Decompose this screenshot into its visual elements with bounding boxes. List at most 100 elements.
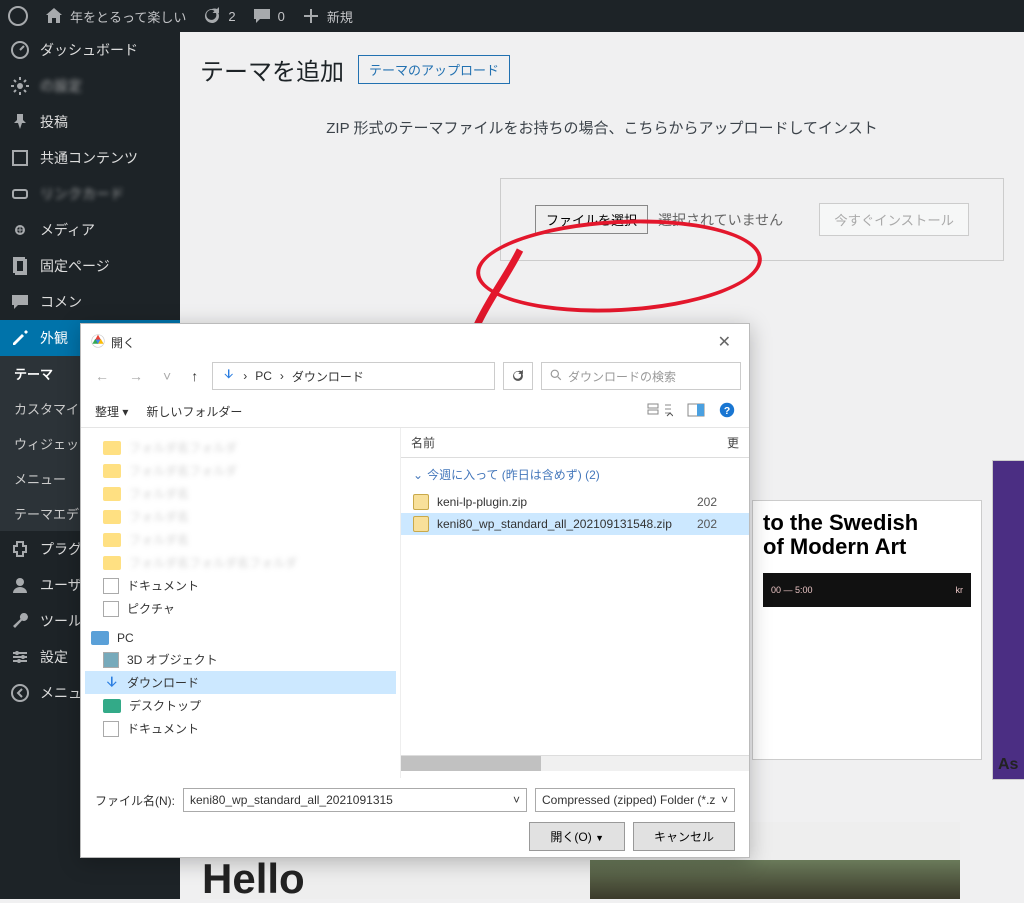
sidebar-item-label: ツール [40, 611, 82, 631]
file-open-dialog: 開く ✕ ← → ˅ ↑ › PC › ダウンロード ダウンロードの検索 整理 … [80, 323, 750, 858]
tree-label: デスクトップ [129, 697, 201, 714]
path-downloads[interactable]: ダウンロード [292, 368, 364, 385]
cancel-button[interactable]: キャンセル [633, 822, 735, 851]
sidebar-item-pages[interactable]: 固定ページ [0, 248, 180, 284]
path-pc[interactable]: PC [255, 369, 272, 383]
file-name: keni-lp-plugin.zip [437, 495, 689, 509]
sidebar-item-posts[interactable]: 投稿 [0, 104, 180, 140]
wp-logo[interactable] [8, 6, 28, 26]
sidebar-item-label: プラグ [40, 539, 82, 559]
download-icon [103, 675, 119, 691]
new-label: 新規 [327, 7, 353, 26]
column-name[interactable]: 名前 [411, 434, 727, 451]
view-options[interactable] [647, 403, 673, 420]
sidebar-item-common-content[interactable]: 共通コンテンツ [0, 140, 180, 176]
open-button[interactable]: 開く(O) ▼ [529, 822, 625, 851]
download-icon [221, 368, 235, 385]
folder-tree: フォルダ名フォルダ フォルダ名フォルダ フォルダ名 フォルダ名 フォルダ名 フォ… [81, 428, 401, 778]
tree-pictures[interactable]: ピクチャ [85, 597, 396, 620]
sidebar-item-label: 固定ページ [40, 256, 110, 276]
close-button[interactable]: ✕ [710, 330, 739, 354]
site-title: 年をとるって楽しい [70, 7, 186, 26]
new-content[interactable]: 新規 [301, 6, 353, 26]
dialog-footer: ファイル名(N): keni80_wp_standard_all_2021091… [81, 778, 749, 861]
new-folder-button[interactable]: 新しいフォルダー [146, 403, 242, 420]
site-link[interactable]: 年をとるって楽しい [44, 6, 186, 26]
zip-icon [413, 516, 429, 532]
updates[interactable]: 2 [202, 6, 235, 26]
tree-folder[interactable]: フォルダ名 [85, 482, 396, 505]
file-date: 202 [697, 517, 737, 531]
tree-label: フォルダ名 [129, 485, 189, 502]
tree-3d-objects[interactable]: 3D オブジェクト [85, 648, 396, 671]
column-date[interactable]: 更 [727, 434, 739, 451]
tree-folder[interactable]: フォルダ名フォルダ名フォルダ [85, 551, 396, 574]
sidebar-item-label: 設定 [40, 647, 68, 667]
organize-menu[interactable]: 整理 ▾ [95, 403, 128, 420]
nav-back[interactable]: ← [89, 366, 115, 386]
link-icon [10, 184, 30, 204]
horizontal-scrollbar[interactable] [401, 755, 749, 771]
nav-recent[interactable]: ˅ [157, 366, 177, 386]
tree-label: ピクチャ [127, 600, 175, 617]
theme-label-as: As [998, 756, 1018, 774]
file-row[interactable]: keni80_wp_standard_all_202109131548.zip … [401, 513, 749, 535]
tree-documents-pc[interactable]: ドキュメント [85, 717, 396, 740]
desktop-icon [103, 699, 121, 713]
help-button[interactable]: ? [719, 402, 735, 421]
tree-label: フォルダ名 [129, 508, 189, 525]
upload-theme-tab[interactable]: テーマのアップロード [358, 55, 510, 84]
sidebar-item-dashboard[interactable]: ダッシュボード [0, 32, 180, 68]
dialog-nav-row: ← → ˅ ↑ › PC › ダウンロード ダウンロードの検索 [81, 360, 749, 396]
tree-label: フォルダ名フォルダ [129, 462, 237, 479]
sidebar-item-linkcard[interactable]: リンクカード [0, 176, 180, 212]
tree-folder[interactable]: フォルダ名 [85, 505, 396, 528]
tree-documents[interactable]: ドキュメント [85, 574, 396, 597]
chrome-icon [91, 334, 105, 351]
collapse-icon [10, 683, 30, 703]
tree-label: 3D オブジェクト [127, 651, 218, 668]
theme-preview-hello: Hello [202, 855, 305, 903]
comments[interactable]: 0 [252, 6, 285, 26]
dashboard-icon [10, 40, 30, 60]
tree-downloads[interactable]: ダウンロード [85, 671, 396, 694]
install-now-button[interactable]: 今すぐインストール [819, 203, 969, 236]
plugin-icon [10, 539, 30, 559]
file-group-header[interactable]: ⌄今週に入って (昨日は含めず) (2) [401, 458, 749, 491]
folder-icon [103, 510, 121, 524]
tree-folder[interactable]: フォルダ名フォルダ [85, 436, 396, 459]
sidebar-item-settings-plugin[interactable]: の設定 [0, 68, 180, 104]
folder-icon [103, 464, 121, 478]
file-row[interactable]: keni-lp-plugin.zip 202 [401, 491, 749, 513]
refresh-button[interactable] [503, 362, 533, 390]
updates-count: 2 [228, 9, 235, 24]
plus-icon [301, 6, 321, 26]
nav-forward[interactable]: → [123, 366, 149, 386]
tree-folder[interactable]: フォルダ名 [85, 528, 396, 551]
filename-input[interactable]: keni80_wp_standard_all_2021091315˅ [183, 788, 527, 812]
sidebar-item-comments[interactable]: コメン [0, 284, 180, 320]
block-icon [10, 148, 30, 168]
search-box[interactable]: ダウンロードの検索 [541, 362, 741, 390]
refresh-icon [202, 6, 222, 26]
tree-folder[interactable]: フォルダ名フォルダ [85, 459, 396, 482]
preview-time: 00 — 5:00 [771, 585, 813, 595]
filename-label: ファイル名(N): [95, 792, 175, 809]
home-icon [44, 6, 64, 26]
upload-instruction: ZIP 形式のテーマファイルをお持ちの場合、こちらからアップロードしてインスト [200, 117, 1004, 138]
preview-pane-toggle[interactable] [687, 403, 705, 420]
breadcrumb-path[interactable]: › PC › ダウンロード [212, 362, 495, 390]
nav-up[interactable]: ↑ [185, 366, 204, 386]
tree-label: PC [117, 631, 134, 645]
file-list: 名前 更 ⌄今週に入って (昨日は含めず) (2) keni-lp-plugin… [401, 428, 749, 778]
document-icon [103, 721, 119, 737]
sidebar-item-media[interactable]: メディア [0, 212, 180, 248]
tree-desktop[interactable]: デスクトップ [85, 694, 396, 717]
3d-icon [103, 652, 119, 668]
file-list-header: 名前 更 [401, 428, 749, 458]
svg-text:?: ? [724, 406, 730, 417]
tree-pc[interactable]: PC [85, 628, 396, 648]
filetype-filter[interactable]: Compressed (zipped) Folder (*.z˅ [535, 788, 735, 812]
folder-icon [103, 533, 121, 547]
folder-icon [103, 487, 121, 501]
